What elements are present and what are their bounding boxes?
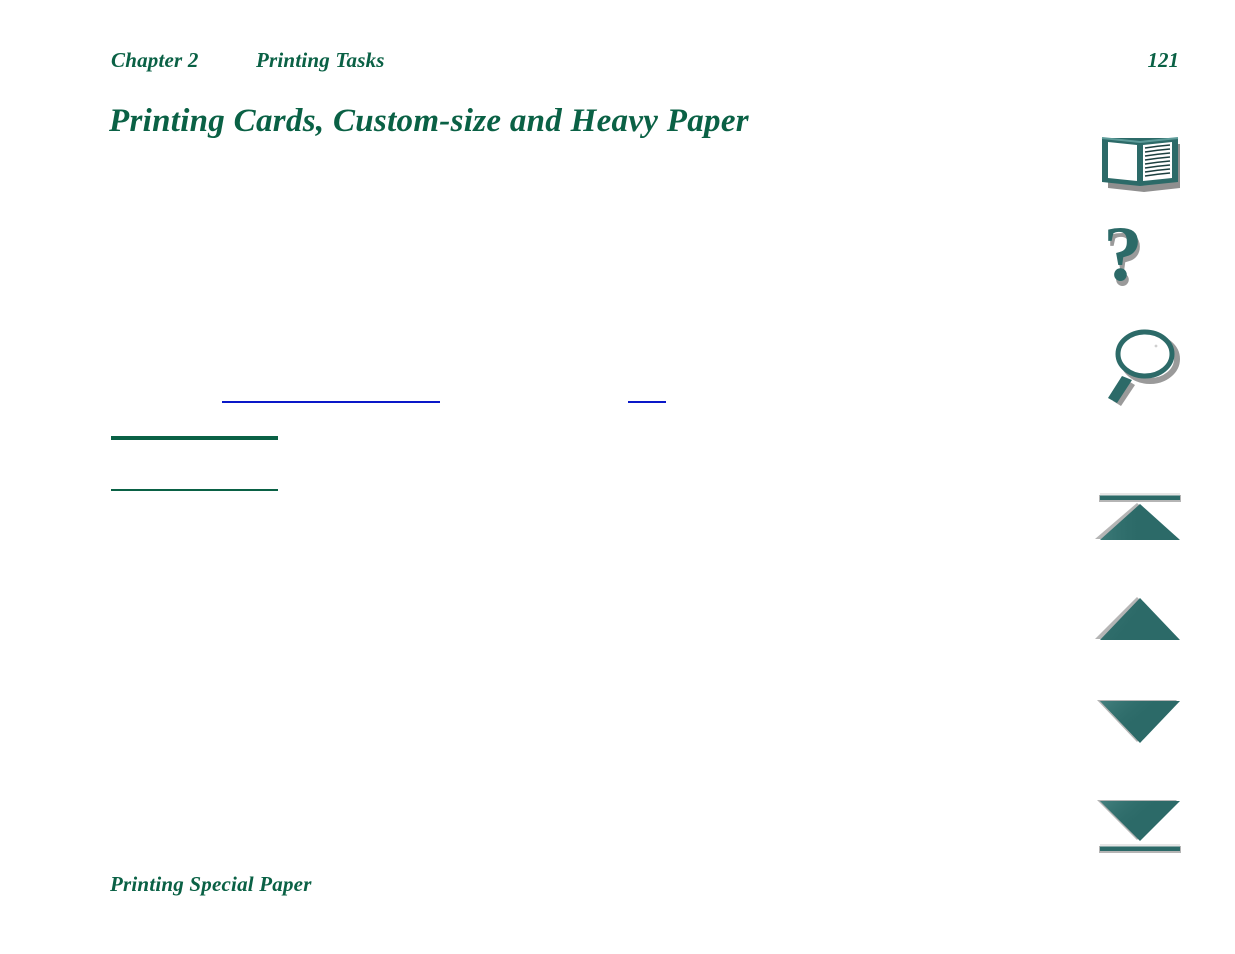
cross-reference-link[interactable] [628,401,666,403]
chapter-label: Chapter 2 [111,48,199,72]
last-page-button[interactable] [1090,797,1190,855]
open-book-icon [1101,137,1180,192]
next-page-button[interactable] [1090,697,1190,747]
triangle-down-bar-icon [1097,800,1181,853]
search-button[interactable] [1090,322,1190,410]
contents-button[interactable] [1090,126,1190,194]
triangle-up-icon [1095,597,1180,640]
page-title: Printing Cards, Custom-size and Heavy Pa… [109,103,749,139]
question-mark-icon: ? ? [1104,218,1145,302]
cross-reference-link[interactable] [222,401,440,403]
chapter-title: Printing Tasks [256,48,385,72]
cross-reference-link[interactable] [111,489,278,491]
running-header: Chapter 2 Printing Tasks 121 [111,48,1179,78]
body-content [0,190,1060,491]
magnifying-glass-icon [1108,329,1180,406]
document-page: Chapter 2 Printing Tasks 121 Printing Ca… [0,0,1235,954]
triangle-down-icon [1097,700,1180,743]
previous-page-button[interactable] [1090,594,1190,644]
svg-text:?: ? [1104,218,1143,297]
first-page-button[interactable] [1090,490,1190,544]
cross-reference-link[interactable] [111,436,278,440]
navigation-rail: ? ? [1090,0,1210,954]
footer-section-title: Printing Special Paper [110,872,312,896]
help-button[interactable]: ? ? [1090,218,1190,308]
triangle-up-bar-icon [1095,493,1181,540]
